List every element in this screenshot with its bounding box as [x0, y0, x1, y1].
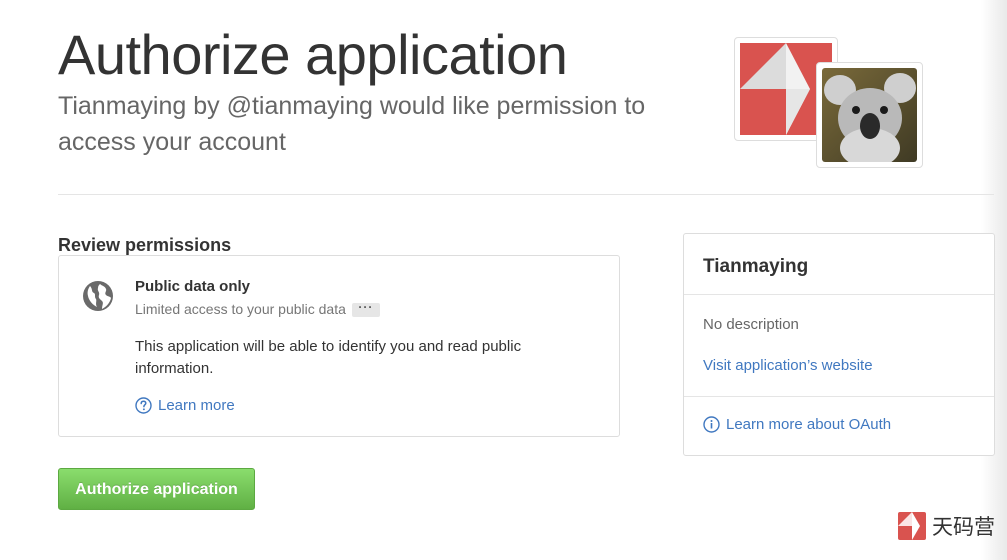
panel-divider: [684, 294, 994, 295]
page-subtitle: Tianmaying by @tianmaying would like per…: [58, 88, 698, 160]
user-avatar: [816, 62, 923, 168]
permission-subtitle-text: Limited access to your public data: [135, 301, 346, 317]
permission-details-button[interactable]: ···: [351, 301, 380, 318]
subtitle-by: by: [186, 92, 227, 120]
info-icon: [703, 416, 720, 433]
permission-description: This application will be able to identif…: [135, 338, 522, 377]
permission-title: Public data only: [135, 278, 251, 295]
tianmaying-logo-icon: [898, 512, 926, 540]
page-title: Authorize application: [58, 23, 568, 86]
user-handle-link[interactable]: @tianmaying: [227, 92, 373, 120]
permission-subtitle: Limited access to your public data ···: [135, 301, 380, 318]
learn-more-label: Learn more: [158, 397, 235, 414]
app-info-name: Tianmaying: [703, 256, 809, 277]
watermark-text: 天码营: [932, 515, 995, 539]
learn-about-oauth-link[interactable]: Learn more about OAuth: [703, 416, 891, 433]
watermark: 天码营: [898, 511, 995, 541]
question-icon: [135, 397, 152, 414]
review-permissions-heading: Review permissions: [58, 235, 232, 255]
oauth-link-label: Learn more about OAuth: [726, 416, 892, 433]
app-name-link[interactable]: Tianmaying: [58, 92, 186, 120]
app-description: No description: [703, 316, 799, 333]
visit-website-link[interactable]: Visit application’s website: [703, 357, 873, 374]
panel-divider-bottom: [684, 396, 994, 397]
globe-icon: [83, 281, 113, 311]
authorize-application-button[interactable]: Authorize application: [58, 468, 255, 510]
header-divider: [58, 194, 994, 195]
application-info-panel: Tianmaying No description Visit applicat…: [683, 233, 995, 456]
koala-avatar: [822, 68, 917, 162]
learn-more-link[interactable]: Learn more: [135, 397, 235, 414]
permission-box: Public data only Limited access to your …: [58, 255, 620, 437]
